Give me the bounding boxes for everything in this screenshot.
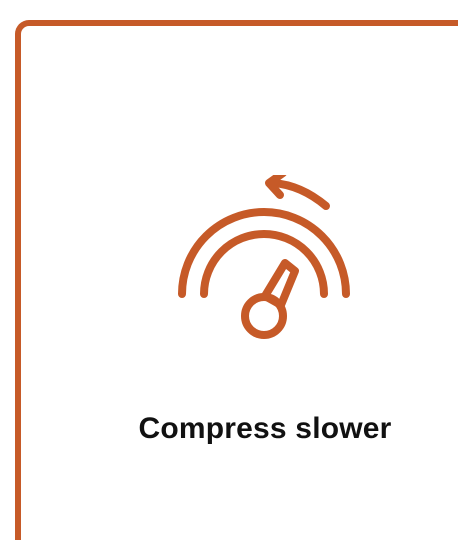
card-title: Compress slower	[138, 412, 392, 445]
compress-slower-card[interactable]: Compress slower	[15, 20, 458, 540]
speedometer-slow-icon	[178, 175, 350, 339]
